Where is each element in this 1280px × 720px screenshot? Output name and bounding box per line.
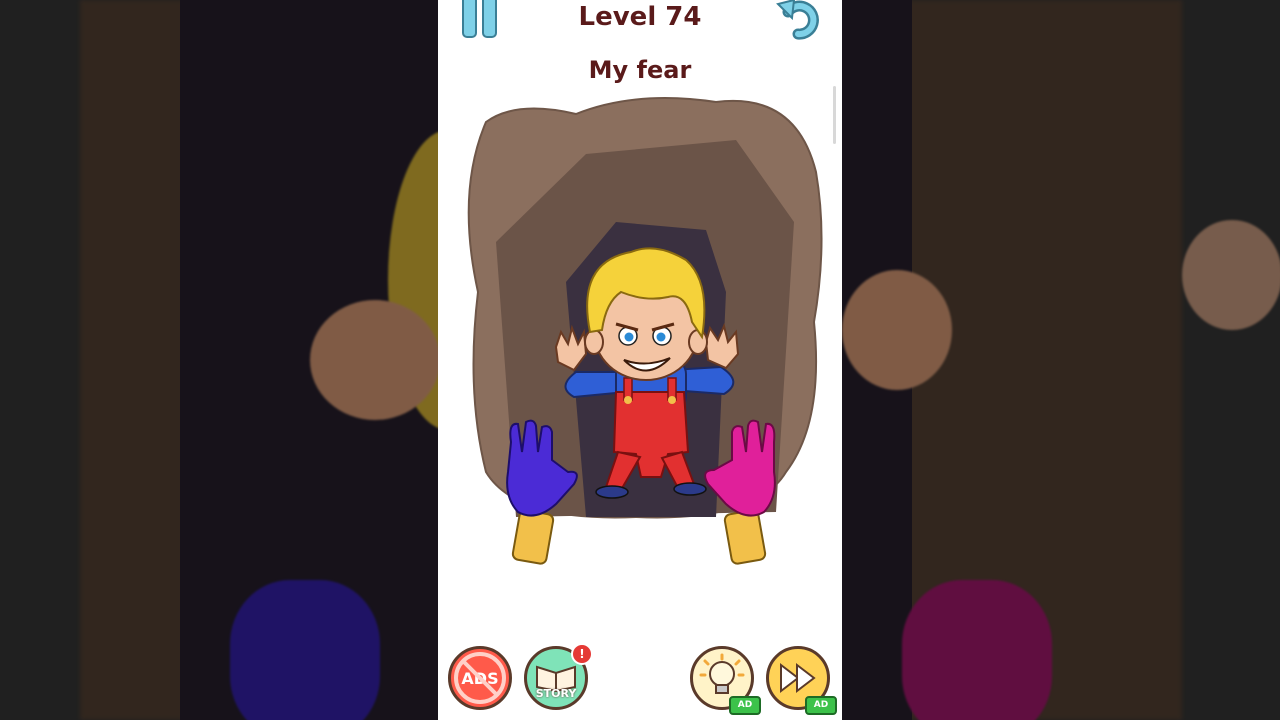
hint-ad-tag: AD — [729, 696, 761, 715]
puzzle-prompt: My fear — [588, 56, 692, 84]
undo-button[interactable] — [774, 0, 822, 40]
right-blurred-backdrop — [842, 0, 1280, 720]
scrollbar — [833, 86, 836, 144]
story-notification-badge: ! — [571, 643, 593, 665]
no-ads-icon — [454, 652, 506, 704]
left-blurred-backdrop — [0, 0, 438, 720]
no-ads-button[interactable]: ADS — [448, 646, 512, 710]
puzzle-scene — [467, 97, 823, 565]
backdrop-dim-overlay — [842, 0, 1280, 720]
backdrop-dim-overlay — [0, 0, 438, 720]
game-screen: Level 74 My fear STORY ! AD AD — [438, 0, 842, 720]
undo-icon — [776, 0, 819, 40]
story-button[interactable]: STORY ! — [524, 643, 593, 710]
skip-button[interactable]: AD — [766, 646, 837, 715]
skip-ad-tag: AD — [805, 696, 837, 715]
hint-button[interactable]: AD — [690, 646, 761, 715]
story-label: STORY — [535, 687, 577, 700]
